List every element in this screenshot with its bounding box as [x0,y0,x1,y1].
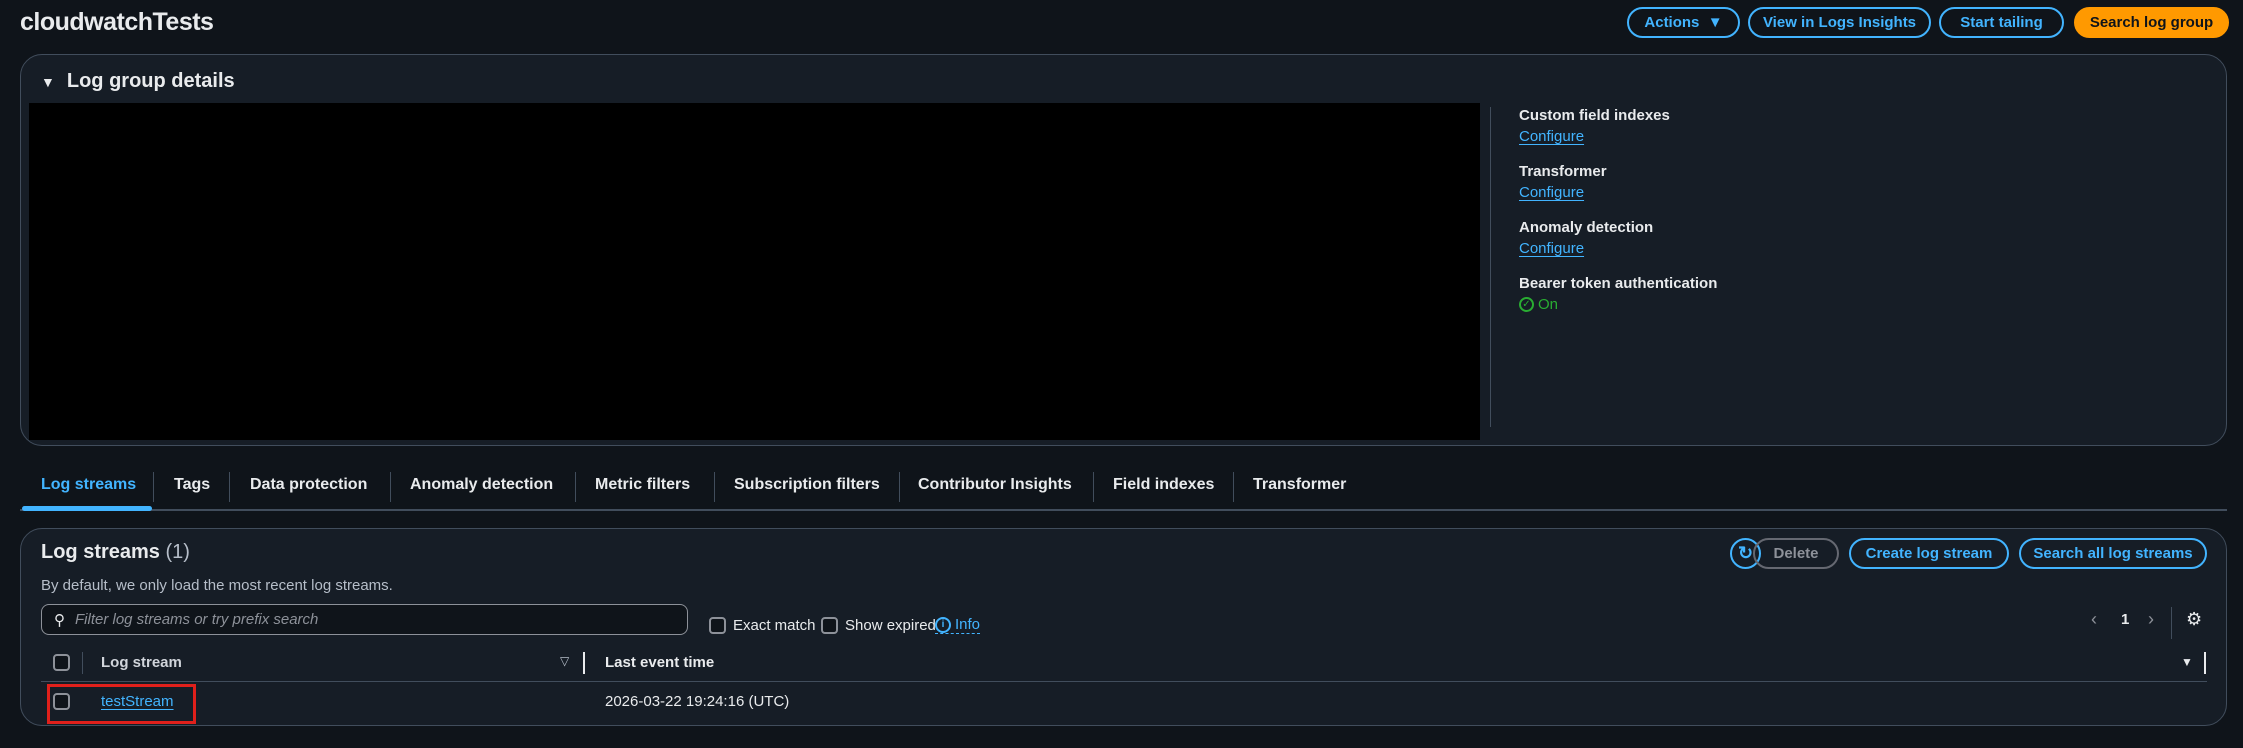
select-all-checkbox[interactable] [53,654,70,671]
exact-match-label: Exact match [733,617,816,634]
caret-down-icon: ▼ [1707,14,1723,31]
tab-tags[interactable]: Tags [174,476,210,494]
page-number[interactable]: 1 [2121,611,2129,628]
header-divider [41,681,2207,682]
show-expired-checkbox[interactable] [821,617,838,634]
search-icon: ⚲ [54,611,65,629]
active-tab-indicator [22,506,152,511]
info-icon: i [935,616,951,633]
previous-page-icon[interactable]: ‹ [2091,609,2097,630]
show-expired-label: Show expired [845,617,936,634]
last-event-time: 2026-03-22 19:24:16 (UTC) [605,693,790,710]
actions-button[interactable]: Actions ▼ [1627,7,1740,38]
search-log-group-button[interactable]: Search log group [2074,7,2229,38]
delete-button[interactable]: Delete [1753,538,1839,569]
divider [1490,107,1491,427]
start-tailing-button[interactable]: Start tailing [1939,7,2064,38]
column-header-log-stream[interactable]: Log stream [101,654,182,671]
tab-anomaly-detection[interactable]: Anomaly detection [410,476,553,494]
create-log-stream-button[interactable]: Create log stream [1849,538,2009,569]
divider [714,472,715,502]
actions-label: Actions [1644,14,1700,31]
detail-label: Custom field indexes [1519,107,1670,124]
tab-log-streams[interactable]: Log streams [41,476,136,494]
configure-anomaly-link[interactable]: Configure [1519,240,1717,257]
log-stream-link[interactable]: testStream [101,693,174,710]
divider [1093,472,1094,502]
info-link[interactable]: i Info [935,616,981,634]
detail-label: Anomaly detection [1519,219,1654,236]
section-heading: Log group details [66,70,235,92]
details-list: Custom field indexes Configure Transforme… [1519,107,1717,313]
settings-gear-icon[interactable]: ⚙ [2186,609,2202,630]
column-resizer[interactable] [583,652,585,674]
row-checkbox[interactable] [53,693,70,710]
bearer-status: On [1538,296,1559,313]
stream-count: (1) [165,541,190,563]
sort-desc-icon[interactable]: ▼ [2181,655,2193,669]
log-streams-heading: Log streams (1) [41,541,190,564]
tab-contributor-insights[interactable]: Contributor Insights [918,476,1072,494]
detail-label: Transformer [1519,163,1607,180]
column-resizer[interactable] [2204,652,2206,674]
filter-input[interactable]: ⚲ Filter log streams or try prefix searc… [41,604,688,635]
divider [2171,607,2172,639]
heading-text: Log streams [41,541,160,563]
page-title: cloudwatchTests [20,8,214,36]
view-in-logs-insights-button[interactable]: View in Logs Insights [1748,7,1931,38]
sort-icon[interactable]: ▽ [560,654,569,668]
next-page-icon[interactable]: › [2148,609,2154,630]
divider [575,472,576,502]
exact-match-checkbox[interactable] [709,617,726,634]
column-header-last-event-time[interactable]: Last event time [605,654,714,671]
tab-field-indexes[interactable]: Field indexes [1113,476,1214,494]
divider [153,472,154,502]
configure-field-indexes-link[interactable]: Configure [1519,128,1717,145]
filter-placeholder: Filter log streams or try prefix search [75,611,319,628]
search-all-log-streams-button[interactable]: Search all log streams [2019,538,2207,569]
divider [82,652,83,674]
tab-metric-filters[interactable]: Metric filters [595,476,690,494]
subtitle: By default, we only load the most recent… [41,577,393,594]
tab-subscription-filters[interactable]: Subscription filters [734,476,880,494]
divider [899,472,900,502]
check-circle-icon: ✓ [1519,297,1534,312]
log-group-details-toggle[interactable]: ▼ Log group details [41,70,235,93]
tab-data-protection[interactable]: Data protection [250,476,367,494]
caret-down-icon: ▼ [41,73,55,90]
divider [390,472,391,502]
divider [229,472,230,502]
tabs-baseline [20,509,2227,511]
redacted-area [29,103,1480,440]
divider [1233,472,1234,502]
detail-label: Bearer token authentication [1519,275,1718,292]
tab-transformer[interactable]: Transformer [1253,476,1346,494]
info-label: Info [955,616,981,633]
configure-transformer-link[interactable]: Configure [1519,184,1717,201]
